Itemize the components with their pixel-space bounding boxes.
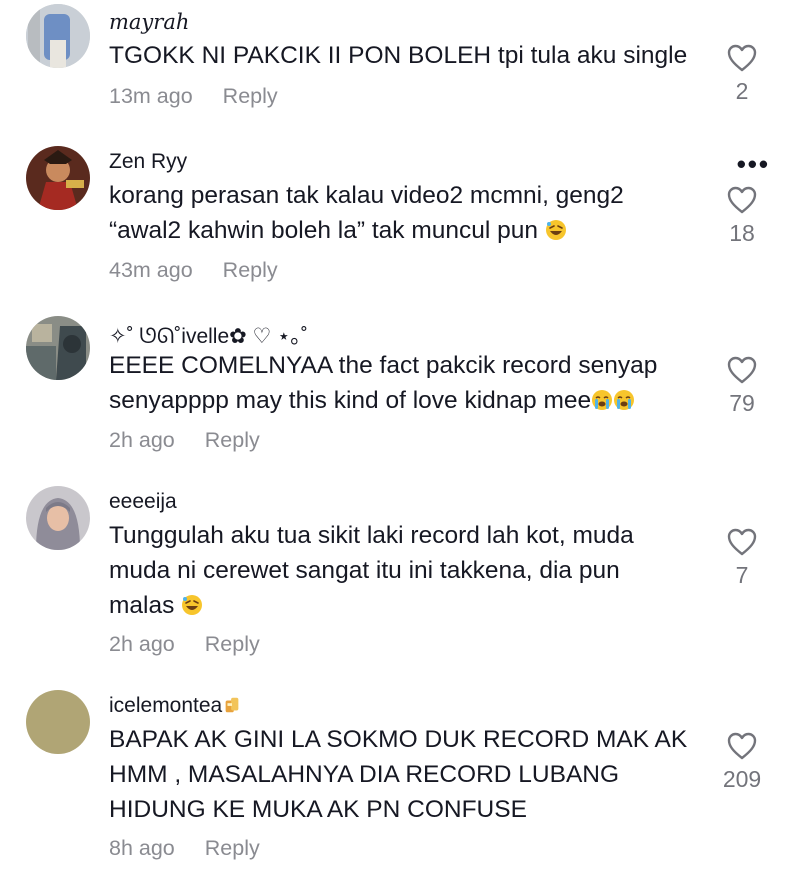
heart-outline-icon[interactable]	[727, 186, 757, 214]
timestamp: 2h ago	[109, 632, 175, 656]
comment-text: EEEE COMELNYAA the fact pakcik record se…	[109, 348, 729, 418]
comment-line: Tunggulah aku tua sikit laki record lah …	[109, 522, 634, 549]
heart-outline-icon[interactable]	[727, 44, 757, 72]
drink-emoji	[225, 697, 239, 713]
comment-item: ✧˚ ᘎᘏ˚ivelle✿ ♡ ⋆｡˚ EEEE COMELNYAA the f…	[0, 310, 800, 460]
comment-text: TGOKK NI PAKCIK II PON BOLEH tpi tula ak…	[109, 42, 688, 69]
comment-meta: 43m ago Reply	[109, 258, 278, 283]
more-options-icon[interactable]: •••	[737, 151, 770, 177]
avatar[interactable]	[26, 146, 90, 210]
username[interactable]: eeeeija	[109, 490, 177, 514]
comment-text: Tunggulah aku tua sikit laki record lah …	[109, 518, 729, 623]
comment-line: HMM , MASALAHNYA DIA RECORD LUBANG	[109, 761, 620, 788]
rofl-emoji	[545, 220, 566, 240]
comment-meta: 13m ago Reply	[109, 84, 278, 109]
heart-outline-icon[interactable]	[727, 732, 757, 760]
reply-button[interactable]: Reply	[205, 428, 260, 452]
username[interactable]: icelemontea	[109, 694, 242, 718]
like-button[interactable]: 209	[697, 732, 787, 793]
comment-item: Zen Ryy ••• korang perasan tak kalau vid…	[0, 140, 800, 290]
comment-line: BAPAK AK GINI LA SOKMO DUK RECORD MAK AK	[109, 726, 688, 753]
comment-line: senyapppp may this kind of love kidnap m…	[109, 383, 729, 418]
comment-line: EEEE COMELNYAA the fact pakcik record se…	[109, 352, 658, 379]
comment-meta: 2h ago Reply	[109, 428, 260, 453]
reply-button[interactable]: Reply	[223, 84, 278, 108]
like-button[interactable]: 79	[712, 356, 772, 417]
username[interactable]: Zen Ryy	[109, 150, 187, 174]
comment-meta: 2h ago Reply	[109, 632, 260, 657]
like-count: 2	[735, 78, 749, 104]
comment-item: mayrah TGOKK NI PAKCIK II PON BOLEH tpi …	[0, 0, 800, 130]
comment-meta: 8h ago Reply	[109, 836, 260, 861]
like-button[interactable]: 2	[712, 44, 772, 105]
like-button[interactable]: 7	[712, 528, 772, 589]
comment-item: icelemontea BAPAK AK GINI LA SOKMO DUK R…	[0, 684, 800, 869]
comment-line: malas	[109, 588, 729, 623]
comment-text: korang perasan tak kalau video2 mcmni, g…	[109, 178, 729, 248]
avatar[interactable]	[26, 486, 90, 550]
avatar[interactable]	[26, 316, 90, 380]
avatar[interactable]	[26, 690, 90, 754]
timestamp: 13m ago	[109, 84, 193, 108]
comment-line: HIDUNG KE MUKA AK PN CONFUSE	[109, 796, 527, 823]
comment-text: BAPAK AK GINI LA SOKMO DUK RECORD MAK AK…	[109, 722, 729, 827]
comment-line: muda ni cerewet sangat itu ini takkena, …	[109, 557, 620, 584]
comment-line: “awal2 kahwin boleh la” tak muncul pun	[109, 213, 729, 248]
timestamp: 2h ago	[109, 428, 175, 452]
like-count: 79	[729, 390, 755, 416]
like-count: 18	[729, 220, 755, 246]
rofl-emoji	[182, 595, 203, 615]
reply-button[interactable]: Reply	[205, 836, 260, 860]
crying-emoji	[592, 390, 613, 410]
like-button[interactable]: 18	[712, 186, 772, 247]
comment-item: eeeeija Tunggulah aku tua sikit laki rec…	[0, 480, 800, 670]
comment-line: korang perasan tak kalau video2 mcmni, g…	[109, 182, 624, 209]
heart-outline-icon[interactable]	[727, 528, 757, 556]
timestamp: 8h ago	[109, 836, 175, 860]
reply-button[interactable]: Reply	[205, 632, 260, 656]
reply-button[interactable]: Reply	[223, 258, 278, 282]
avatar[interactable]	[26, 4, 90, 68]
like-count: 209	[722, 766, 762, 792]
heart-outline-icon[interactable]	[727, 356, 757, 384]
crying-emoji	[614, 390, 635, 410]
like-count: 7	[735, 562, 749, 588]
username[interactable]: mayrah	[109, 10, 189, 34]
timestamp: 43m ago	[109, 258, 193, 282]
username[interactable]: ✧˚ ᘎᘏ˚ivelle✿ ♡ ⋆｡˚	[109, 320, 308, 350]
